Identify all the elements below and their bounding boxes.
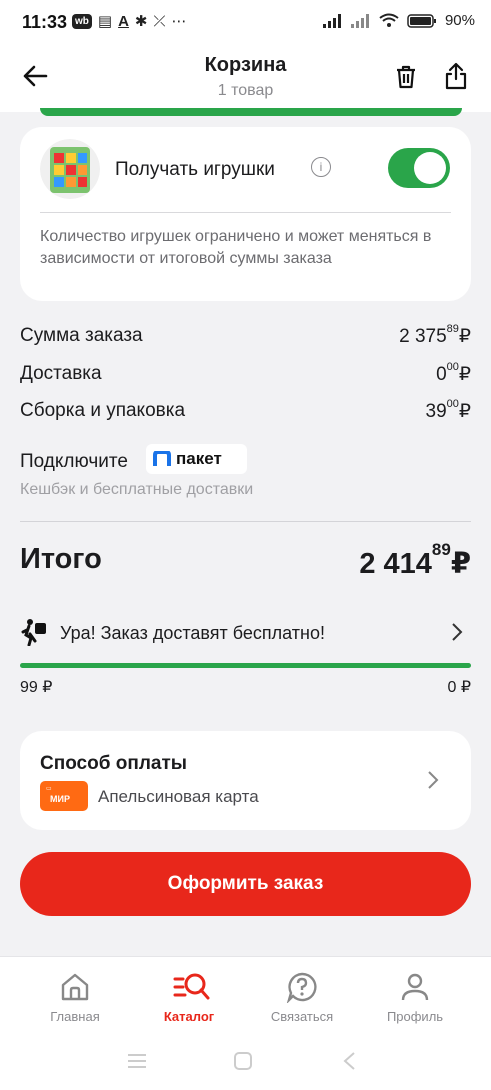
wb-app-icon: wb	[72, 13, 92, 29]
letter-a-icon: A	[118, 12, 129, 30]
toy-image	[40, 139, 100, 199]
help-icon	[286, 972, 317, 1003]
summary-value-delivery: 000₽	[436, 361, 471, 385]
bottom-navigation: Главная Каталог Связаться Профиль	[0, 956, 491, 1041]
summary-label-delivery: Доставка	[20, 363, 102, 384]
scrolled-card-edge	[40, 108, 462, 116]
missed-call-icon: ⤫	[153, 12, 166, 30]
divider	[40, 212, 451, 213]
back-triangle-icon[interactable]	[342, 1051, 358, 1071]
nav-label: Профиль	[386, 1009, 444, 1024]
toys-note: Количество игрушек ограничено и может ме…	[40, 228, 432, 267]
system-navigation-bar	[0, 1040, 491, 1090]
mir-card-icon: ▭ МИР	[40, 781, 88, 811]
status-system-icons: 90%	[322, 12, 475, 29]
catalog-search-icon	[173, 973, 210, 1000]
nav-item-profile[interactable]: Профиль	[360, 957, 470, 1041]
status-bar: 11:33 wb ▤ A ✱ ⤫ ⋯ 90%	[0, 0, 491, 44]
toys-card: Получать игрушки i Количество игрушек ог…	[20, 127, 471, 301]
free-delivery-text[interactable]: Ура! Заказ доставят бесплатно!	[60, 623, 325, 644]
paket-subtext: Кешбэк и бесплатные доставки	[20, 481, 254, 498]
toys-label: Получать игрушки	[115, 159, 275, 180]
divider	[20, 521, 471, 522]
share-icon[interactable]	[444, 62, 468, 90]
nav-label: Связаться	[270, 1009, 334, 1024]
nav-label: Каталог	[163, 1009, 215, 1024]
card-chip: ▭	[46, 786, 52, 792]
paket-logo-icon	[153, 451, 171, 466]
status-notifications: wb ▤ A ✱ ⤫ ⋯	[72, 12, 187, 30]
summary-value-packing: 3900₽	[425, 398, 471, 422]
nav-label: Главная	[50, 1009, 100, 1024]
nav-item-contact[interactable]: Связаться	[247, 957, 357, 1041]
total-value: 2 41489₽	[359, 540, 471, 580]
wifi-icon	[379, 13, 399, 27]
chevron-right-icon[interactable]	[426, 769, 440, 791]
summary-label-order: Сумма заказа	[20, 325, 143, 346]
checkout-button[interactable]: Оформить заказ	[20, 852, 471, 916]
status-time: 11:33	[22, 12, 68, 32]
battery-icon	[407, 13, 436, 28]
cart-header: Корзина 1 товар	[0, 44, 491, 112]
card-brand: МИР	[50, 794, 70, 804]
paket-badge[interactable]: пакет	[146, 444, 247, 474]
trash-icon[interactable]	[394, 64, 418, 90]
delivery-progress-bar	[20, 663, 471, 668]
info-icon[interactable]: i	[311, 157, 331, 177]
paket-badge-text: пакет	[176, 449, 222, 468]
profile-icon	[401, 973, 429, 1001]
home-square-icon[interactable]	[233, 1051, 253, 1071]
summary-value-order: 2 37589₽	[399, 323, 471, 347]
more-dots-icon: ⋯	[171, 13, 187, 30]
signal-icon	[322, 13, 341, 28]
total-label: Итого	[20, 543, 102, 575]
progress-threshold-right: 0 ₽	[447, 679, 471, 696]
paket-prompt[interactable]: Подключите	[20, 451, 128, 473]
chevron-right-icon[interactable]	[450, 621, 464, 643]
toys-toggle[interactable]	[388, 148, 450, 188]
accessibility-icon: ✱	[134, 13, 148, 30]
payment-title: Способ оплаты	[40, 753, 187, 774]
nav-item-catalog[interactable]: Каталог	[134, 957, 244, 1041]
home-icon	[61, 973, 89, 1001]
toggle-knob	[414, 152, 446, 184]
summary-label-packing: Сборка и упаковка	[20, 400, 186, 421]
signal-icon-2	[350, 13, 369, 28]
battery-percent: 90%	[444, 12, 475, 29]
progress-threshold-left: 99 ₽	[20, 679, 53, 696]
nav-item-home[interactable]: Главная	[20, 957, 130, 1041]
message-icon: ▤	[97, 13, 113, 30]
payment-method-card[interactable]: Способ оплаты ▭ МИР Апельсиновая карта	[20, 731, 471, 830]
courier-running-icon	[21, 619, 46, 646]
delivery-progress-fill	[20, 663, 471, 668]
menu-icon[interactable]	[126, 1052, 148, 1070]
payment-card-name: Апельсиновая карта	[98, 787, 259, 806]
